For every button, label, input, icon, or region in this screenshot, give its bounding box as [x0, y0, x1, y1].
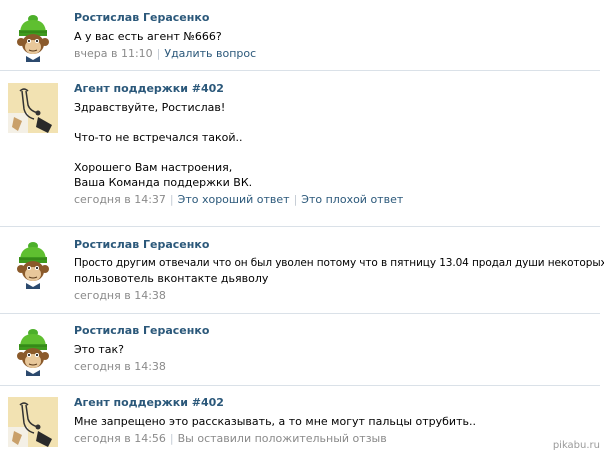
message-author[interactable]: Ростислав Герасенко [74, 238, 599, 252]
message-line: пользовотель вконтакте дьяволу [74, 272, 269, 285]
message-author[interactable]: Агент поддержки #402 [74, 82, 599, 96]
bad-answer-link[interactable]: Это плохой ответ [301, 193, 403, 206]
support-agent-avatar-icon[interactable] [8, 83, 58, 133]
message-line: Мне запрещено это рассказывать, а то мне… [74, 415, 476, 428]
message-meta: сегодня в 14:56 | Вы оставили положительны… [74, 432, 599, 446]
message-meta: вчера в 11:10 | Удалить вопрос [74, 47, 599, 61]
feedback-status: Вы оставили положительный отзыв [177, 432, 387, 445]
message-line: А у вас есть агент №666? [74, 30, 222, 43]
message-line: Просто другим отвечали что он был уволен… [74, 257, 604, 269]
message-time: вчера в 11:10 [74, 47, 153, 60]
message-text: Это так? [74, 342, 599, 357]
message-line: Ваша Команда поддержки ВК. [74, 176, 253, 189]
message-author[interactable]: Агент поддержки #402 [74, 396, 599, 410]
message-time: сегодня в 14:56 [74, 432, 166, 445]
monkey-avatar-icon[interactable] [8, 239, 58, 289]
message-time: сегодня в 14:37 [74, 193, 166, 206]
message-meta: сегодня в 14:38 [74, 360, 599, 374]
monkey-avatar-icon[interactable] [8, 12, 58, 62]
message-text: Здравствуйте, Ростислав! Что-то не встре… [74, 100, 599, 190]
message-item: Ростислав Герасенко Просто другим отвеча… [0, 227, 604, 313]
message-text: Мне запрещено это рассказывать, а то мне… [74, 414, 599, 429]
message-line: Здравствуйте, Ростислав! [74, 101, 226, 114]
delete-question-link[interactable]: Удалить вопрос [164, 47, 256, 60]
message-author[interactable]: Ростислав Герасенко [74, 11, 599, 25]
message-item: Агент поддержки #402 Мне запрещено это р… [0, 386, 604, 453]
message-time: сегодня в 14:38 [74, 289, 166, 302]
message-text: А у вас есть агент №666? [74, 29, 599, 44]
message-meta: сегодня в 14:38 [74, 289, 599, 303]
message-line: Это так? [74, 343, 124, 356]
message-item: Ростислав Герасенко Это так? сегодня в 1… [0, 314, 604, 385]
message-line: Хорошего Вам настроения, [74, 161, 233, 174]
good-answer-link[interactable]: Это хороший ответ [178, 193, 290, 206]
message-line: Что-то не встречался такой.. [74, 131, 243, 144]
message-author[interactable]: Ростислав Герасенко [74, 324, 599, 338]
message-meta: сегодня в 14:37 | Это хороший ответ | Это пл… [74, 193, 599, 207]
message-text: Просто другим отвечали что он был уволен… [74, 256, 604, 286]
support-agent-avatar-icon[interactable] [8, 397, 58, 447]
meta-separator: | [169, 432, 174, 445]
meta-separator: | [156, 47, 161, 60]
meta-separator: | [293, 193, 298, 206]
watermark: pikabu.ru [552, 440, 600, 451]
message-item: Агент поддержки #402 Здравствуйте, Рости… [0, 71, 604, 226]
message-time: сегодня в 14:38 [74, 360, 166, 373]
message-item: Ростислав Герасенко А у вас есть агент №… [0, 0, 604, 70]
meta-separator: | [169, 193, 174, 206]
monkey-avatar-icon[interactable] [8, 326, 58, 376]
